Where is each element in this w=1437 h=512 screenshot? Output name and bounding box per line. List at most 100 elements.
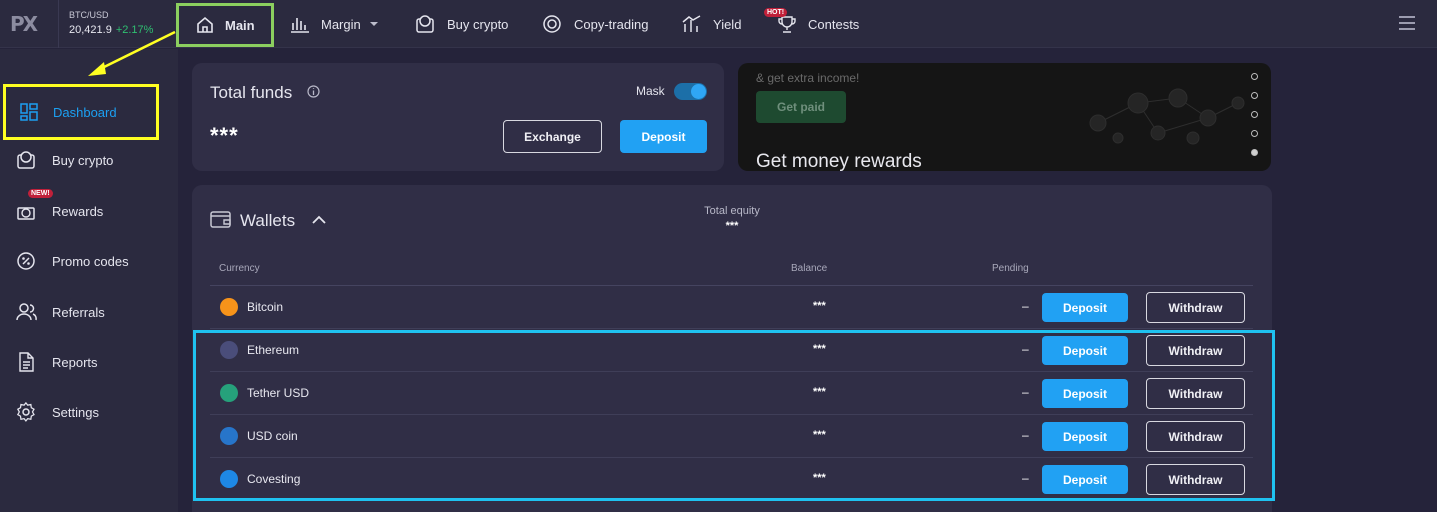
- wallets-card: Wallets Total equity *** Currency Balanc…: [192, 185, 1272, 512]
- sidebar-item-rewards[interactable]: NEW! Rewards: [0, 189, 178, 233]
- home-icon: [197, 16, 213, 33]
- get-paid-button[interactable]: Get paid: [756, 91, 846, 123]
- sidebar-item-reports[interactable]: Reports: [0, 340, 178, 384]
- table-row: Tether USD *** – Deposit Withdraw: [210, 372, 1253, 415]
- sidebar-item-label: Reports: [52, 354, 98, 370]
- ticker-pair: BTC/USD: [69, 10, 109, 20]
- ethereum-icon: [220, 341, 238, 359]
- exchange-button[interactable]: Exchange: [503, 120, 602, 153]
- nav-yield[interactable]: Yield: [681, 0, 741, 48]
- nav-margin-label: Margin: [321, 16, 361, 32]
- logo[interactable]: PX: [10, 12, 44, 36]
- balance-value: ***: [813, 429, 826, 441]
- sidebar-item-settings[interactable]: Settings: [0, 390, 178, 434]
- wallet-coin-icon: [416, 15, 434, 33]
- carousel-dot-active[interactable]: [1251, 149, 1258, 156]
- nav-copy-trading-label: Copy-trading: [574, 16, 649, 32]
- column-balance: Balance: [791, 263, 828, 274]
- nav-contests[interactable]: Contests: [776, 0, 859, 48]
- deposit-button[interactable]: Deposit: [1042, 465, 1128, 494]
- chevron-down-icon: [369, 22, 378, 26]
- column-currency: Currency: [219, 263, 260, 274]
- balance-value: ***: [813, 343, 826, 355]
- sidebar-item-label: Settings: [52, 404, 99, 420]
- balance-value: ***: [813, 386, 826, 398]
- carousel-dots: [1251, 73, 1259, 168]
- balance-value: ***: [813, 472, 826, 484]
- deposit-button[interactable]: Deposit: [1042, 379, 1128, 408]
- promo-banner[interactable]: & get extra income! Get paid Get money r…: [738, 63, 1271, 171]
- pending-value: –: [1022, 471, 1029, 485]
- wallets-title: Wallets: [240, 211, 296, 230]
- pending-value: –: [1022, 385, 1029, 399]
- sidebar-item-buy-crypto[interactable]: Buy crypto: [0, 138, 178, 182]
- table-row: Bitcoin *** – Deposit Withdraw: [210, 286, 1253, 329]
- wallet-icon: [210, 211, 231, 228]
- deposit-button[interactable]: Deposit: [1042, 336, 1128, 365]
- pending-value: –: [1022, 299, 1029, 313]
- nav-contests-label: Contests: [808, 16, 860, 32]
- nav-copy-trading[interactable]: Copy-trading: [542, 0, 648, 48]
- carousel-dot[interactable]: [1251, 130, 1258, 137]
- carousel-dot[interactable]: [1251, 111, 1258, 118]
- currency-name: Tether USD: [247, 386, 310, 400]
- mask-toggle[interactable]: [674, 83, 707, 100]
- bar-chart-icon: [291, 18, 309, 33]
- withdraw-button[interactable]: Withdraw: [1146, 292, 1245, 323]
- sidebar-item-referrals[interactable]: Referrals: [0, 290, 178, 334]
- table-row: USD coin *** – Deposit Withdraw: [210, 415, 1253, 458]
- nav-yield-label: Yield: [713, 16, 742, 32]
- sidebar: Dashboard Buy crypto NEW! Rewards Promo …: [0, 49, 178, 512]
- withdraw-button[interactable]: Withdraw: [1146, 464, 1245, 495]
- mask-label: Mask: [636, 84, 665, 98]
- promo-title: Get money rewards: [756, 151, 922, 171]
- wallet-coin-icon: [17, 151, 35, 169]
- nav-buy-crypto[interactable]: Buy crypto: [415, 0, 508, 48]
- usd-coin-icon: [220, 427, 238, 445]
- promo-subtitle: & get extra income!: [756, 71, 860, 85]
- withdraw-button[interactable]: Withdraw: [1146, 421, 1245, 452]
- dashboard-icon: [20, 103, 38, 121]
- withdraw-button[interactable]: Withdraw: [1146, 378, 1245, 409]
- tether-icon: [220, 384, 238, 402]
- total-equity-label: Total equity: [704, 205, 760, 217]
- pending-value: –: [1022, 342, 1029, 356]
- table-row: Ethereum *** – Deposit Withdraw: [210, 329, 1253, 372]
- deposit-button[interactable]: Deposit: [1042, 293, 1128, 322]
- balance-value: ***: [813, 300, 826, 312]
- currency-name: Ethereum: [247, 343, 300, 357]
- currency-name: Bitcoin: [247, 300, 284, 314]
- new-badge: NEW!: [28, 189, 53, 198]
- deposit-button[interactable]: Deposit: [1042, 422, 1128, 451]
- yield-icon: [682, 15, 701, 32]
- total-equity-value: ***: [725, 220, 739, 232]
- sidebar-item-label: Buy crypto: [52, 152, 114, 168]
- column-pending: Pending: [992, 263, 1029, 274]
- wallets-table-header: Currency Balance Pending: [210, 255, 1253, 286]
- top-bar: PX BTC/USD 20,421.9 +2.17% Main Margin Bu…: [0, 0, 1437, 48]
- carousel-dot[interactable]: [1251, 92, 1258, 99]
- chevron-up-icon[interactable]: [312, 215, 326, 224]
- table-row: Covesting *** – Deposit Withdraw: [210, 458, 1253, 501]
- pending-value: –: [1022, 428, 1029, 442]
- sidebar-item-promo-codes[interactable]: Promo codes: [0, 239, 178, 283]
- bitcoin-icon: [220, 298, 238, 316]
- nav-main[interactable]: Main: [176, 3, 274, 47]
- deposit-button[interactable]: Deposit: [620, 120, 707, 153]
- sidebar-item-label: Dashboard: [53, 104, 117, 120]
- currency-name: USD coin: [247, 429, 298, 443]
- currency-name: Covesting: [247, 472, 301, 486]
- nav-margin[interactable]: Margin: [289, 0, 379, 48]
- hamburger-menu-icon[interactable]: [1399, 16, 1415, 30]
- sidebar-item-label: Rewards: [52, 203, 104, 219]
- sidebar-item-dashboard[interactable]: Dashboard: [3, 84, 159, 140]
- hot-badge: HOT!: [764, 8, 788, 17]
- info-icon[interactable]: [307, 85, 320, 98]
- withdraw-button[interactable]: Withdraw: [1146, 335, 1245, 366]
- nav-main-label: Main: [225, 17, 255, 33]
- total-funds-card: Total funds *** Mask Exchange Deposit: [192, 63, 724, 171]
- covesting-icon: [220, 470, 238, 488]
- nav-buy-crypto-label: Buy crypto: [447, 16, 509, 32]
- total-funds-value: ***: [210, 123, 239, 148]
- carousel-dot[interactable]: [1251, 73, 1258, 80]
